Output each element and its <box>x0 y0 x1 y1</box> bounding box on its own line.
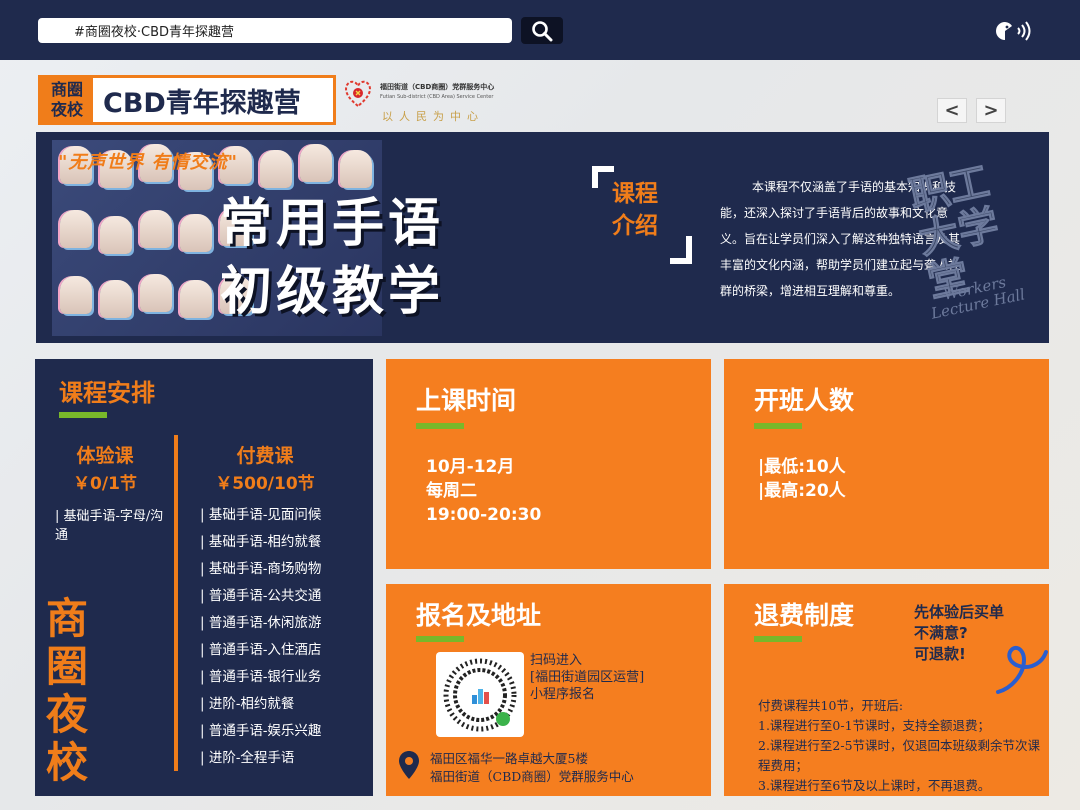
refund-body-line1: 付费课程共10节，开班后: <box>758 698 904 713</box>
schedule-title-underline <box>59 412 107 418</box>
time-months: 10月-12月 <box>426 457 515 477</box>
brand-tag: 商圈 夜校 <box>41 78 93 122</box>
time-hours: 19:00-20:30 <box>426 505 542 525</box>
search-input[interactable] <box>38 18 512 43</box>
list-item: | 基础手语-相约就餐 <box>200 534 322 550</box>
brand-tag-line2: 夜校 <box>50 100 83 119</box>
prev-label: < <box>944 100 960 121</box>
schedule-panel: 课程安排 体验课 ￥0/1节 | 基础手语-字母/沟通 付费课 ￥500/10节… <box>35 359 373 796</box>
list-item: | 进阶-全程手语 <box>200 750 295 766</box>
refund-title: 退费制度 <box>754 601 855 630</box>
org-name-en: Futian Sub-district (CBD Area) Service C… <box>380 94 494 100</box>
search-icon <box>532 20 553 41</box>
course-intro-label-line2: 介绍 <box>612 213 658 239</box>
qr-code[interactable] <box>436 652 524 737</box>
list-item: | 普通手语-休闲旅游 <box>200 615 322 631</box>
registration-card: 报名及地址 扫码进入 [福田街道园区运营] 小程序报名 福田区福华一路卓越大厦5… <box>386 584 711 796</box>
registration-underline <box>416 636 464 642</box>
prev-button[interactable]: < <box>937 98 967 123</box>
refund-note: 先体验后买单 不满意? 可退款! <box>914 602 1004 665</box>
bracket-bottom-v <box>686 236 692 264</box>
vertical-name: 商圈夜校 <box>45 594 88 787</box>
refund-body-line3: 2.课程进行至2-5节课时，仅退回本班级剩余节次课程费用； <box>758 738 1041 773</box>
address: 福田区福华一路卓越大厦5楼 福田街道（CBD商圈）党群服务中心 <box>430 750 634 786</box>
list-item: | 基础手语-商场购物 <box>200 561 322 577</box>
swirl-decoration-icon <box>996 645 1048 694</box>
class-size-max: |最高:20人 <box>758 481 846 501</box>
paid-course-list: | 基础手语-见面问候 | 基础手语-相约就餐 | 基础手语-商场购物 | 普通… <box>200 502 321 772</box>
bracket-top-v <box>592 166 598 188</box>
time-card-body: 10月-12月 每周二 19:00-20:30 <box>426 455 541 527</box>
refund-note-line3: 可退款! <box>914 645 966 663</box>
time-card: 上课时间 10月-12月 每周二 19:00-20:30 <box>386 359 711 569</box>
registration-title: 报名及地址 <box>416 601 542 630</box>
refund-body-line4: 3.课程进行至6节及以上课时，不再退费。 <box>758 778 991 793</box>
scan-line2: [福田街道园区运营] <box>530 670 645 685</box>
class-size-min: |最低:10人 <box>758 457 846 477</box>
banner-main-title: 常用手语 初级教学 <box>220 190 444 326</box>
banner-title-line1: 常用手语 <box>220 193 445 254</box>
brand-title: CBD青年探趣营 <box>103 87 301 119</box>
brand-header: 商圈 夜校 CBD青年探趣营 <box>38 75 336 125</box>
scan-line3: 小程序报名 <box>530 687 596 702</box>
refund-underline <box>754 636 802 642</box>
trial-item: | 基础手语-字母/沟通 <box>55 509 164 543</box>
address-line1: 福田区福华一路卓越大厦5楼 <box>430 751 588 766</box>
schedule-divider <box>174 435 178 771</box>
voice-icon[interactable] <box>994 20 1034 42</box>
location-pin-icon <box>399 751 419 779</box>
list-item: | 普通手语-银行业务 <box>200 669 322 685</box>
refund-note-line2: 不满意? <box>914 624 968 642</box>
qr-code-icon <box>443 658 517 731</box>
class-size-card: 开班人数 |最低:10人 |最高:20人 <box>724 359 1049 569</box>
next-button[interactable]: > <box>976 98 1006 123</box>
paid-label: 付费课 <box>236 445 294 467</box>
top-bar <box>0 0 1080 60</box>
course-intro-label: 课程 介绍 <box>612 178 658 242</box>
list-item: | 普通手语-公共交通 <box>200 588 322 604</box>
trial-label: 体验课 <box>76 445 134 467</box>
scan-line1: 扫码进入 <box>530 653 583 668</box>
course-intro-label-line1: 课程 <box>612 181 658 207</box>
address-line2: 福田街道（CBD商圈）党群服务中心 <box>430 769 634 784</box>
refund-card: 退费制度 先体验后买单 不满意? 可退款! 付费课程共10节，开班后: 1.课程… <box>724 584 1049 796</box>
banner-slogan: "无声世界 有情交流" <box>58 152 239 173</box>
list-item: | 普通手语-入住酒店 <box>200 642 322 658</box>
trial-price: ￥0/1节 <box>73 474 137 494</box>
paid-price: ￥500/10节 <box>215 474 315 494</box>
time-card-title: 上课时间 <box>416 386 517 415</box>
banner-title-line2: 初级教学 <box>220 261 445 322</box>
next-label: > <box>983 100 999 121</box>
org-logo-icon <box>345 80 371 108</box>
time-card-underline <box>416 423 464 429</box>
class-size-underline <box>754 423 802 429</box>
brand-tag-line1: 商圈 <box>50 80 83 99</box>
refund-body-line2: 1.课程进行至0-1节课时，支持全额退费； <box>758 718 991 733</box>
class-size-title: 开班人数 <box>754 386 855 415</box>
search-button[interactable] <box>521 17 563 44</box>
list-item: | 基础手语-见面问候 <box>200 507 322 523</box>
schedule-title: 课程安排 <box>59 379 155 407</box>
list-item: | 普通手语-娱乐兴趣 <box>200 723 322 739</box>
refund-note-line1: 先体验后买单 <box>914 603 1005 621</box>
class-size-body: |最低:10人 |最高:20人 <box>758 455 846 503</box>
time-weekday: 每周二 <box>426 481 477 501</box>
org-name: 福田街道（CBD商圈）党群服务中心 <box>380 83 495 91</box>
registration-instructions: 扫码进入 [福田街道园区运营] 小程序报名 <box>530 652 644 703</box>
refund-policy-text: 付费课程共10节，开班后: 1.课程进行至0-1节课时，支持全额退费； 2.课程… <box>758 696 1050 796</box>
org-motto: 以人民为中心 <box>382 110 484 123</box>
list-item: | 进阶-相约就餐 <box>200 696 295 712</box>
